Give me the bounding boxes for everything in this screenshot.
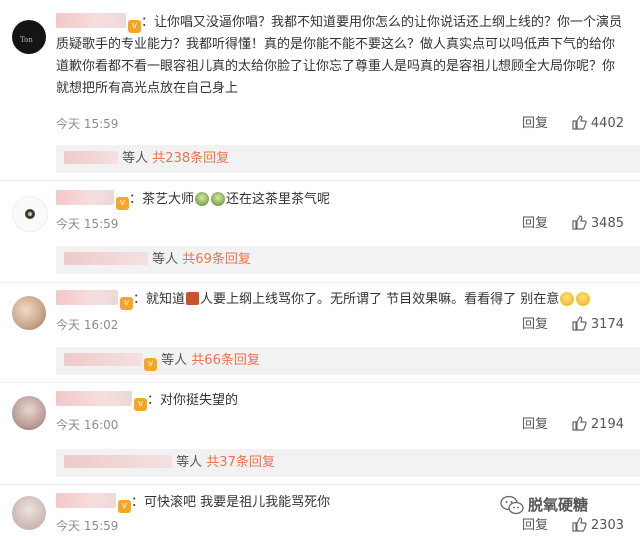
comment-text: v ：让你唱又没逼你唱？我都不知道要用你怎么的让你说话还上纲上线的？你一个演员质疑…: [56, 12, 624, 100]
thumbs-up-icon: [572, 316, 587, 331]
replies-summary[interactable]: 等人 共238条回复: [56, 145, 640, 173]
replies-prefix: 等人: [152, 252, 179, 267]
timestamp: 今天 15:59: [56, 217, 119, 231]
comment-body: ：对你挺失望的: [147, 393, 239, 408]
like-count: 4402: [590, 116, 624, 131]
like-count: 3174: [590, 317, 624, 332]
avatar[interactable]: [12, 496, 46, 530]
username[interactable]: [56, 190, 114, 205]
like-count: 3485: [590, 216, 624, 231]
avatar[interactable]: [12, 196, 48, 232]
divider: [0, 180, 640, 181]
comment-text: v ：就知道 人要上纲上线骂你了。无所谓了 节目效果嘛。看看得了 别在意: [56, 289, 624, 311]
replies-count-link[interactable]: 共238条回复: [152, 151, 229, 166]
thumbs-up-icon: [572, 215, 587, 230]
divider: [0, 382, 640, 383]
like-button[interactable]: 3485: [571, 214, 624, 234]
reply-button[interactable]: 回复: [522, 315, 548, 335]
comment-meta: 今天 15:59 回复 3485: [56, 214, 624, 234]
tea-emoji-icon: [195, 192, 210, 206]
svg-text:Ton: Ton: [20, 36, 33, 44]
reply-username[interactable]: [64, 151, 118, 164]
timestamp: 今天 15:59: [56, 117, 119, 131]
member-badge-icon: v: [134, 398, 147, 411]
reply-username[interactable]: [64, 455, 172, 468]
member-badge-icon: v: [116, 197, 129, 210]
reply-username[interactable]: [64, 252, 148, 265]
reply-button[interactable]: 回复: [522, 516, 548, 536]
flag-emoji-icon: [186, 292, 200, 305]
avatar[interactable]: [12, 396, 46, 430]
divider: [0, 484, 640, 485]
tea-emoji-icon: [211, 192, 226, 206]
member-badge-icon: v: [118, 500, 131, 513]
reply-button[interactable]: 回复: [522, 214, 548, 234]
replies-count-link[interactable]: 共69条回复: [182, 252, 251, 267]
replies-prefix: 等人: [161, 353, 188, 368]
member-badge-icon: v: [144, 358, 157, 371]
replies-summary[interactable]: v 等人 共66条回复: [56, 347, 640, 375]
reply-button[interactable]: 回复: [522, 415, 548, 435]
divider: [0, 282, 640, 283]
member-badge-icon: v: [128, 20, 141, 33]
wechat-logo-icon: [500, 495, 524, 515]
comment-meta: 今天 16:02 回复 3174: [56, 315, 624, 335]
replies-summary[interactable]: 等人 共69条回复: [56, 246, 640, 274]
comment-text: v ：对你挺失望的: [56, 390, 624, 412]
replies-prefix: 等人: [122, 151, 149, 166]
timestamp: 今天 15:59: [56, 519, 119, 533]
comment-body: ：茶艺大师: [129, 192, 195, 207]
comment-body: ：就知道: [133, 292, 186, 307]
comment-meta: 今天 15:59 回复 2303: [56, 516, 624, 536]
username[interactable]: [56, 391, 132, 406]
like-count: 2303: [590, 518, 624, 533]
comment-body: ：可快滚吧 我要是祖儿我能骂死你: [131, 495, 331, 510]
replies-summary[interactable]: 等人 共37条回复: [56, 449, 640, 477]
like-button[interactable]: 2194: [571, 415, 624, 435]
reply-button[interactable]: 回复: [522, 114, 548, 134]
timestamp: 今天 16:02: [56, 318, 119, 332]
like-count: 2194: [590, 417, 624, 432]
thumbs-up-icon: [572, 115, 587, 130]
reply-username[interactable]: [64, 353, 142, 366]
comment-text: v ：茶艺大师 还在这茶里茶气呢: [56, 189, 624, 211]
comment-body: ：让你唱又没逼你唱？我都不知道要用你怎么的让你说话还上纲上线的？你一个演员质疑歌…: [56, 15, 623, 96]
thumbs-up-icon: [572, 517, 587, 532]
replies-count-link[interactable]: 共66条回复: [191, 353, 260, 368]
replies-count-link[interactable]: 共37条回复: [206, 455, 275, 470]
username[interactable]: [56, 493, 116, 508]
username[interactable]: [56, 13, 126, 28]
watermark: 脱氧硬糖: [528, 496, 589, 514]
timestamp: 今天 16:00: [56, 418, 119, 432]
avatar[interactable]: Ton: [12, 20, 46, 54]
member-badge-icon: v: [120, 297, 133, 310]
comment-meta: 今天 16:00 回复 2194: [56, 415, 624, 435]
comment-body-cont: 还在这茶里茶气呢: [226, 192, 331, 207]
laugh-emoji-icon: [560, 292, 575, 306]
avatar[interactable]: [12, 296, 46, 330]
username[interactable]: [56, 290, 118, 305]
like-button[interactable]: 3174: [571, 315, 624, 335]
comment-body-cont: 人要上纲上线骂你了。无所谓了 节目效果嘛。看看得了 别在意: [200, 292, 560, 307]
thumbs-up-icon: [572, 416, 587, 431]
like-button[interactable]: 4402: [571, 114, 624, 134]
like-button[interactable]: 2303: [571, 516, 624, 536]
laugh-emoji-icon: [576, 292, 591, 306]
comment-meta: 今天 15:59 回复 4402: [56, 114, 624, 134]
replies-prefix: 等人: [176, 455, 203, 470]
